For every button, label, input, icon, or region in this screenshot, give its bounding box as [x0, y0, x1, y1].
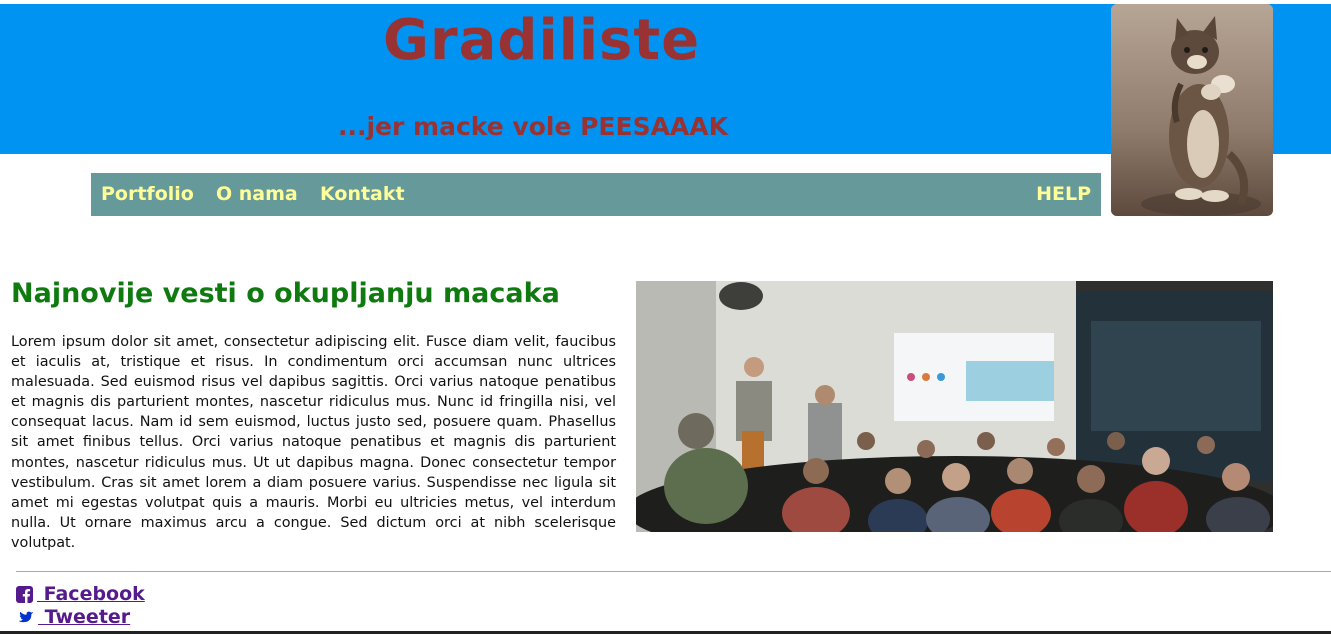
twitter-icon — [16, 609, 34, 632]
nav-link-help[interactable]: HELP — [1036, 173, 1091, 216]
site-title: Gradiliste — [383, 8, 701, 73]
facebook-link-label: Facebook — [37, 583, 145, 605]
site-tagline: ...jer macke vole PEESAAAK — [338, 112, 729, 141]
cat-photo — [1111, 4, 1273, 216]
tweeter-link-label: Tweeter — [38, 606, 131, 628]
main-navbar: Portfolio O nama Kontakt HELP — [91, 173, 1101, 216]
article-title: Najnovije vesti o okupljanju macaka — [11, 278, 560, 309]
nav-link-kontakt[interactable]: Kontakt — [320, 173, 405, 216]
footer-divider — [16, 571, 1331, 572]
event-photo — [636, 281, 1273, 532]
nav-link-portfolio[interactable]: Portfolio — [101, 173, 194, 216]
facebook-link[interactable]: Facebook — [16, 583, 145, 606]
article-body: Lorem ipsum dolor sit amet, consectetur … — [11, 334, 616, 551]
nav-link-o-nama[interactable]: O nama — [216, 173, 298, 216]
tweeter-link[interactable]: Tweeter — [16, 606, 130, 629]
